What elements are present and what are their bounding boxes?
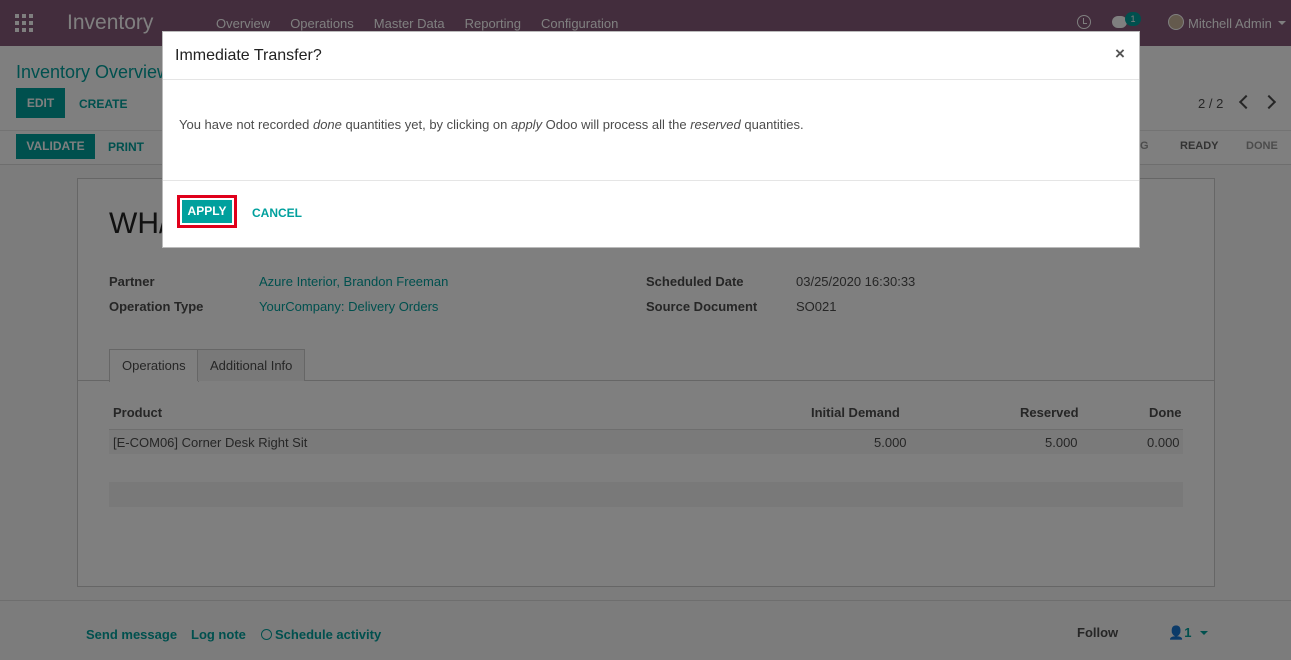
modal-body-text: You have not recorded done quantities ye… [179,117,804,132]
apply-highlight-box: APPLY [177,195,237,228]
close-icon[interactable]: × [1115,44,1125,64]
body-emphasis-apply: apply [510,117,543,132]
body-emphasis-done: done [312,117,342,132]
modal-footer: APPLY CANCEL [163,180,1139,248]
body-emphasis-reserved: reserved [690,117,741,132]
apply-button[interactable]: APPLY [182,200,232,223]
body-text-3: Odoo will process all the [542,117,691,132]
body-text-4: quantities. [740,117,804,132]
body-text-2: quantities yet, by clicking on [341,117,511,132]
cancel-button[interactable]: CANCEL [252,206,302,220]
body-text-1: You have not recorded [179,117,313,132]
modal-header: Immediate Transfer? × [163,32,1139,80]
immediate-transfer-dialog: Immediate Transfer? × You have not recor… [162,31,1140,248]
modal-title: Immediate Transfer? [175,47,322,64]
